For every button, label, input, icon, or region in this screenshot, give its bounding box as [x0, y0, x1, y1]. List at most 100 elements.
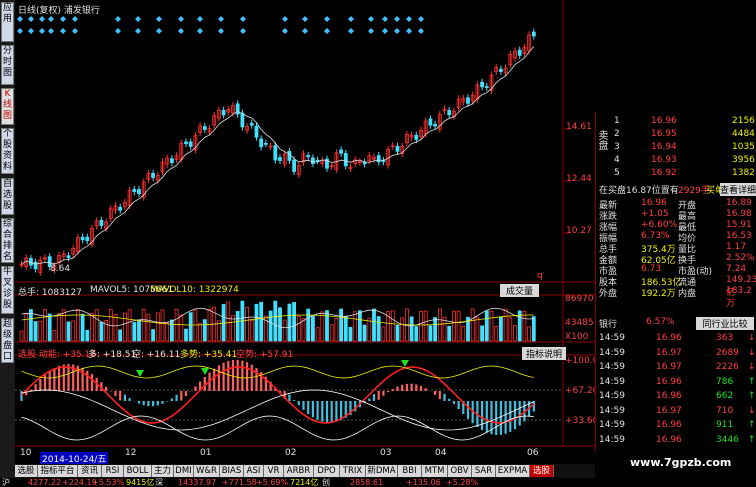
indicator-tab[interactable]: 选股 [530, 465, 554, 477]
stat-value: 183.2万 [726, 286, 752, 309]
signal-diamond [156, 28, 162, 34]
indicator-help-button[interactable]: 指标说明 [522, 347, 567, 360]
candle-body [132, 189, 137, 193]
ask-level: 2 [614, 129, 620, 139]
candle-body [137, 189, 141, 194]
indicator-series [20, 359, 535, 441]
tick-row: 14:59 16.97 2226 [596, 362, 756, 375]
volume-bar [461, 325, 466, 342]
ask-row: 2 16.95 4484 [596, 129, 756, 142]
indicator-tab[interactable]: 新DMA [366, 465, 398, 477]
volume-bar [52, 330, 57, 342]
candle-body [395, 145, 400, 152]
ask-level: 5 [614, 168, 620, 178]
candle-body [414, 134, 419, 140]
order-detail-link[interactable]: 查看详细 [720, 183, 756, 196]
volume-bar [353, 311, 358, 342]
volume-dropdown[interactable]: 成交量 [500, 284, 540, 297]
chart-area[interactable] [15, 0, 595, 464]
indicator-tab[interactable]: BIAS [220, 465, 244, 477]
volume-bar [414, 326, 419, 342]
tick-time: 14:59 [599, 362, 625, 372]
ma-line [21, 46, 535, 265]
ask-vol: 3956 [732, 155, 755, 165]
volume-bar [372, 308, 376, 342]
candle-body [306, 155, 311, 158]
left-tab-5[interactable]: 综合排名 [1, 218, 14, 263]
status-item: +135.06 [406, 478, 441, 487]
indicator-tab[interactable]: 主力 [152, 465, 174, 477]
signal-diamond [394, 28, 400, 34]
volume-bar [395, 325, 400, 342]
status-item: 创 [322, 478, 330, 487]
indicator-tab[interactable]: ASI [244, 465, 264, 477]
volume-bar [66, 321, 71, 342]
indicator-tab[interactable]: TRIX [340, 465, 366, 477]
tick-row: 14:59 16.96 911 [596, 420, 756, 433]
left-tab-2[interactable]: K线图 [1, 88, 14, 125]
status-item: 2858.61 [350, 478, 384, 487]
signal-diamond [218, 28, 224, 34]
tick-time: 14:59 [599, 420, 625, 430]
indicator-tab[interactable]: 资讯 [78, 465, 102, 477]
indicator-tab[interactable]: 指标平台 [38, 465, 78, 477]
volume-bar [400, 317, 405, 342]
volume-bar [94, 309, 99, 342]
tick-price: 16.96 [656, 434, 682, 445]
volume-bar [174, 308, 179, 342]
indicator-tab[interactable]: RSI [102, 465, 124, 477]
candle-body [287, 151, 292, 161]
indicator-tab[interactable]: SAR [472, 465, 496, 477]
indicator-tab[interactable]: DPO [314, 465, 340, 477]
tick-vol: 710 [716, 405, 734, 416]
left-tab-6[interactable]: 牛叉诊股 [1, 266, 14, 314]
signal-diamond [282, 16, 288, 22]
stat-value: 7.24 [726, 264, 747, 274]
left-tab-0[interactable]: 应用 [1, 2, 14, 42]
candle-body [202, 126, 207, 130]
ask-vol: 1382 [732, 168, 755, 178]
indicator-tab[interactable]: VR [264, 465, 284, 477]
indicator-tab[interactable]: 选股 [15, 465, 38, 477]
volume-bar [357, 310, 362, 342]
volume-bar [71, 320, 76, 342]
left-tab-7[interactable]: 超级盘口 [1, 318, 14, 363]
volume-bar [113, 314, 118, 342]
indicator-tab[interactable]: W&R [194, 465, 220, 477]
volume-bar [447, 325, 452, 342]
candle-body [99, 219, 104, 226]
left-tab-4[interactable]: 自选股 [1, 178, 14, 215]
stat-value: 6.73 [641, 264, 662, 274]
tick-price: 16.96 [656, 376, 682, 387]
signal-diamond [178, 16, 184, 22]
volume-bar [315, 327, 320, 342]
left-tab-1[interactable]: 分时图 [1, 45, 14, 85]
industry-pct: 6.57% [646, 317, 675, 327]
signal-diamond [406, 16, 412, 22]
signal-diamond [418, 28, 424, 34]
tick-row: 14:59 16.96 662 [596, 391, 756, 404]
volume-bar [343, 315, 348, 342]
volume-bar [301, 318, 306, 342]
industry-compare-button[interactable]: 同行业比较 [696, 317, 754, 330]
status-item: +771.58 [222, 478, 257, 487]
volume-bar [475, 317, 480, 342]
signal-diamond [240, 28, 246, 34]
indicator-tab[interactable]: BOLL [124, 465, 152, 477]
indicator-tab[interactable]: OBV [448, 465, 472, 477]
stat-value: +1.05 [641, 209, 669, 219]
indicator-tab[interactable]: EXPMA [496, 465, 530, 477]
candle-body [484, 86, 489, 88]
indicator-tab[interactable]: BBI [398, 465, 422, 477]
indicator-tab[interactable]: MTM [422, 465, 448, 477]
signal-diamond [72, 16, 78, 22]
signal-diamond [197, 16, 203, 22]
signal-diamond [302, 16, 308, 22]
left-tab-3[interactable]: 个股资料 [1, 128, 14, 174]
indicator-tab[interactable]: DMI [174, 465, 194, 477]
volume-bar [43, 309, 47, 342]
buy-arrow [201, 368, 209, 375]
signal-diamond [115, 28, 121, 34]
indicator-tab[interactable]: ARBR [284, 465, 314, 477]
vol-label-3: X100 [565, 332, 589, 342]
